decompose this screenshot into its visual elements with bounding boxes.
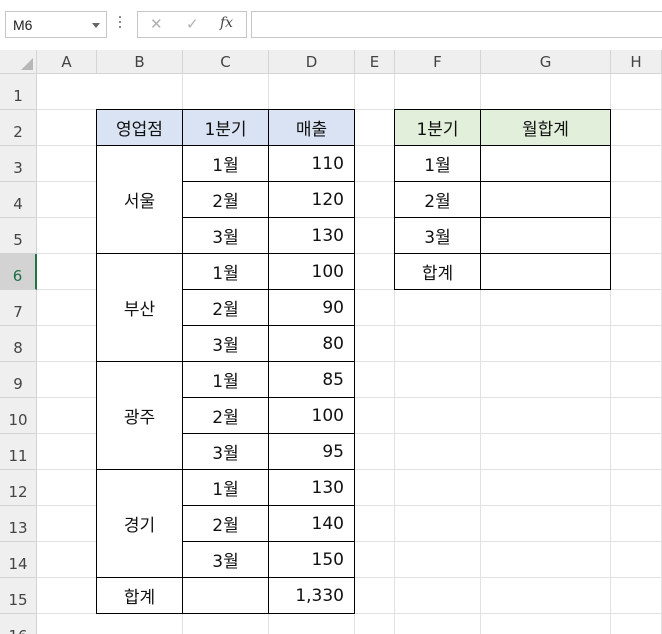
month-cell[interactable]: 2월 (182, 289, 269, 326)
name-box[interactable]: M6 (5, 11, 107, 38)
sales-cell[interactable]: 110 (268, 145, 355, 182)
column-header-D[interactable]: D (269, 50, 355, 74)
row-header-7[interactable]: 7 (0, 290, 37, 326)
sales-cell[interactable]: 95 (268, 433, 355, 470)
table2-header-cell[interactable]: 1분기 (394, 109, 481, 146)
month-cell[interactable]: 3월 (182, 433, 269, 470)
more-options-icon[interactable] (118, 13, 122, 35)
summary-label-cell[interactable]: 2월 (394, 181, 481, 218)
row-header-5[interactable]: 5 (0, 218, 37, 254)
sales-cell[interactable]: 130 (268, 469, 355, 506)
branch-cell[interactable]: 부산 (96, 253, 183, 362)
select-all-button[interactable] (0, 50, 37, 74)
month-cell[interactable]: 1월 (182, 145, 269, 182)
insert-function-icon[interactable]: fx (220, 15, 233, 31)
row-header-3[interactable]: 3 (0, 146, 37, 182)
column-header-H[interactable]: H (611, 50, 662, 74)
cancel-icon[interactable]: ✕ (150, 15, 163, 33)
row-header-16[interactable]: 16 (0, 614, 37, 634)
month-cell[interactable]: 1월 (182, 253, 269, 290)
formula-bar: M6 ✕ ✓ fx (0, 0, 662, 50)
month-cell[interactable]: 3월 (182, 541, 269, 578)
month-cell[interactable]: 2월 (182, 181, 269, 218)
table2-header-cell[interactable]: 월합계 (480, 109, 611, 146)
sales-cell[interactable]: 120 (268, 181, 355, 218)
table1-header-cell[interactable]: 영업점 (96, 109, 183, 146)
summary-label-cell[interactable]: 합계 (394, 253, 481, 290)
branch-cell[interactable]: 경기 (96, 469, 183, 578)
total-label-cell[interactable]: 합계 (96, 577, 183, 614)
row-header-6[interactable]: 6 (0, 254, 37, 290)
total-value-cell[interactable]: 1,330 (268, 577, 355, 614)
select-all-icon (21, 58, 33, 70)
summary-value-cell[interactable] (480, 217, 611, 254)
row-header-9[interactable]: 9 (0, 362, 37, 398)
formula-tools: ✕ ✓ fx (137, 11, 247, 38)
row-header-2[interactable]: 2 (0, 110, 37, 146)
table1-header-cell[interactable]: 1분기 (182, 109, 269, 146)
row-header-15[interactable]: 15 (0, 578, 37, 614)
month-cell[interactable]: 1월 (182, 361, 269, 398)
sales-cell[interactable]: 100 (268, 253, 355, 290)
summary-value-cell[interactable] (480, 253, 611, 290)
row-header-4[interactable]: 4 (0, 182, 37, 218)
summary-label-cell[interactable]: 1월 (394, 145, 481, 182)
column-header-G[interactable]: G (481, 50, 611, 74)
column-header-E[interactable]: E (355, 50, 395, 74)
branch-cell[interactable]: 서울 (96, 145, 183, 254)
sales-cell[interactable]: 140 (268, 505, 355, 542)
sales-cell[interactable]: 80 (268, 325, 355, 362)
formula-input[interactable] (251, 11, 662, 38)
table1-header-cell[interactable]: 매출 (268, 109, 355, 146)
name-box-value: M6 (13, 17, 33, 33)
summary-label-cell[interactable]: 3월 (394, 217, 481, 254)
month-cell[interactable]: 3월 (182, 217, 269, 254)
row-header-13[interactable]: 13 (0, 506, 37, 542)
row-header-8[interactable]: 8 (0, 326, 37, 362)
sales-cell[interactable]: 150 (268, 541, 355, 578)
month-cell[interactable]: 2월 (182, 397, 269, 434)
column-header-B[interactable]: B (97, 50, 183, 74)
month-cell[interactable]: 3월 (182, 325, 269, 362)
sales-cell[interactable]: 90 (268, 289, 355, 326)
month-cell[interactable]: 1월 (182, 469, 269, 506)
summary-value-cell[interactable] (480, 145, 611, 182)
row-header-11[interactable]: 11 (0, 434, 37, 470)
enter-icon[interactable]: ✓ (186, 15, 199, 33)
row-header-14[interactable]: 14 (0, 542, 37, 578)
empty-cell[interactable] (182, 577, 269, 614)
month-cell[interactable]: 2월 (182, 505, 269, 542)
summary-value-cell[interactable] (480, 181, 611, 218)
row-header-10[interactable]: 10 (0, 398, 37, 434)
sales-cell[interactable]: 85 (268, 361, 355, 398)
sales-cell[interactable]: 100 (268, 397, 355, 434)
column-header-A[interactable]: A (37, 50, 97, 74)
column-header-F[interactable]: F (395, 50, 481, 74)
row-header-12[interactable]: 12 (0, 470, 37, 506)
branch-cell[interactable]: 광주 (96, 361, 183, 470)
chevron-down-icon[interactable] (92, 23, 100, 28)
column-header-C[interactable]: C (183, 50, 269, 74)
row-header-1[interactable]: 1 (0, 74, 37, 110)
spreadsheet-grid[interactable]: ABCDEFGH12345678910111213141516영업점1분기매출서… (0, 50, 662, 634)
sales-cell[interactable]: 130 (268, 217, 355, 254)
